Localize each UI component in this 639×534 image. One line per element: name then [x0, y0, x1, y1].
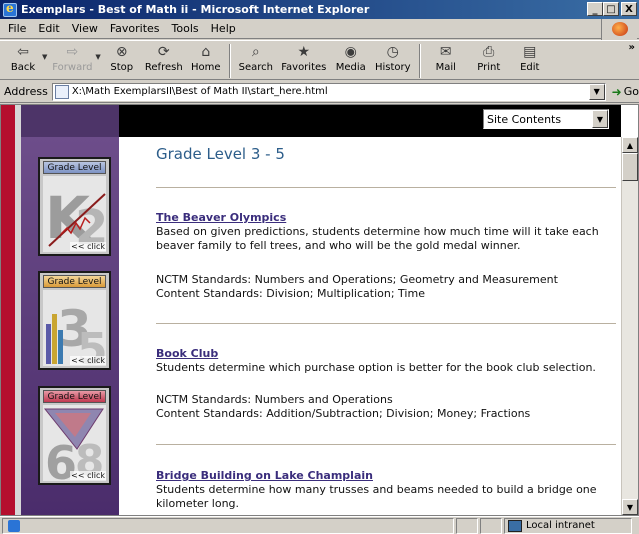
print-button[interactable]: ⎙ Print — [467, 41, 511, 79]
entry-title-link[interactable]: Book Club — [156, 347, 616, 360]
entry-beaver-olympics: The Beaver Olympics Based on given predi… — [156, 211, 616, 253]
toolbar-separator — [418, 44, 421, 78]
entry-description: Based on given predictions, students det… — [156, 225, 599, 252]
section-divider — [156, 187, 616, 188]
forward-dropdown-icon[interactable]: ▼ — [95, 53, 100, 61]
content-standards: Content Standards: Addition/Subtraction;… — [156, 407, 531, 420]
search-button[interactable]: ⌕ Search — [235, 41, 277, 79]
address-bar: Address X:\Math ExemplarsII\Best of Math… — [0, 81, 639, 103]
maximize-button[interactable]: □ — [603, 2, 619, 16]
menu-favorites[interactable]: Favorites — [104, 22, 166, 35]
zone-pane: Local intranet — [504, 517, 632, 534]
back-button[interactable]: ⇦ Back — [4, 41, 42, 79]
history-icon: ◷ — [386, 44, 399, 60]
menu-edit[interactable]: Edit — [32, 22, 65, 35]
windows-logo-icon — [601, 19, 637, 41]
click-hint: << click — [70, 242, 106, 251]
sidebar-top — [21, 105, 119, 137]
edit-document-icon: ▤ — [523, 44, 537, 60]
entry-description: Students determine how many trusses and … — [156, 483, 597, 510]
window-title: Exemplars - Best of Math ii - Microsoft … — [21, 3, 370, 16]
page-icon — [54, 84, 69, 99]
grade-level-label: Grade Level — [43, 390, 106, 403]
grade-level-k2-card[interactable]: Grade Level K 2 << click — [38, 157, 111, 256]
favorites-star-icon: ★ — [297, 44, 311, 60]
page-viewport: Grade Level K 2 << click Grade Level 3 5… — [0, 104, 639, 516]
toolbar-overflow-button[interactable]: » — [629, 42, 635, 53]
left-red-strip — [1, 105, 15, 515]
go-arrow-icon: ➜ — [611, 84, 622, 99]
grade-level-35-card[interactable]: Grade Level 3 5 << click — [38, 271, 111, 370]
standard-toolbar: ⇦ Back ▼ ⇨ Forward ▼ ⊗ Stop ⟳ Refresh ⌂ … — [0, 40, 639, 80]
print-icon: ⎙ — [483, 44, 495, 60]
menu-help[interactable]: Help — [205, 22, 242, 35]
ie-page-icon — [8, 519, 20, 532]
click-hint: << click — [70, 356, 106, 365]
edit-button[interactable]: ▤ Edit — [511, 41, 549, 79]
menu-file[interactable]: File — [2, 22, 32, 35]
address-text: X:\Math ExemplarsII\Best of Math II\star… — [71, 86, 328, 97]
refresh-icon: ⟳ — [157, 44, 170, 60]
address-dropdown-icon[interactable]: ▼ — [588, 83, 605, 100]
entry-book-club: Book Club Students determine which purch… — [156, 347, 616, 375]
select-dropdown-icon[interactable]: ▼ — [592, 110, 608, 128]
ie-app-icon[interactable] — [3, 1, 17, 17]
grade-level-label: Grade Level — [43, 275, 106, 288]
stop-button[interactable]: ⊗ Stop — [103, 41, 141, 79]
scroll-up-icon[interactable]: ▲ — [622, 137, 638, 153]
35-grade-art: 3 5 — [43, 290, 106, 366]
page-title: Grade Level 3 - 5 — [156, 145, 285, 163]
mail-icon: ✉ — [439, 44, 452, 60]
section-divider — [156, 444, 616, 445]
entry-description: Students determine which purchase option… — [156, 361, 596, 374]
scrollbar-thumb[interactable] — [622, 153, 638, 181]
status-pane — [456, 517, 478, 534]
media-button[interactable]: ◉ Media — [331, 41, 371, 79]
68-grade-art: 6 8 — [43, 405, 106, 481]
status-pane — [480, 517, 502, 534]
refresh-button[interactable]: ⟳ Refresh — [141, 41, 187, 79]
search-icon: ⌕ — [251, 44, 260, 60]
scroll-down-icon[interactable]: ▼ — [622, 499, 638, 515]
media-icon: ◉ — [344, 44, 357, 60]
history-button[interactable]: ◷ History — [371, 41, 415, 79]
grade-level-label: Grade Level — [43, 161, 106, 174]
click-hint: << click — [70, 471, 106, 480]
forward-arrow-icon: ⇨ — [66, 44, 79, 60]
forward-button[interactable]: ⇨ Forward — [49, 41, 95, 79]
entry-standards: NCTM Standards: Numbers and Operations; … — [156, 273, 558, 301]
address-input[interactable]: X:\Math ExemplarsII\Best of Math II\star… — [51, 82, 606, 101]
address-label: Address — [4, 85, 48, 98]
nctm-standards: NCTM Standards: Numbers and Operations; … — [156, 273, 558, 286]
status-bar: Local intranet — [0, 516, 639, 534]
menu-tools[interactable]: Tools — [166, 22, 205, 35]
favorites-button[interactable]: ★ Favorites — [277, 41, 331, 79]
toolbar-separator — [228, 44, 231, 78]
content-standards: Content Standards: Division; Multiplicat… — [156, 287, 425, 300]
back-dropdown-icon[interactable]: ▼ — [42, 53, 47, 61]
section-divider — [156, 323, 616, 324]
window-title-bar[interactable]: Exemplars - Best of Math ii - Microsoft … — [0, 0, 639, 19]
site-contents-select[interactable]: Site Contents ▼ — [483, 109, 609, 129]
entry-bridge-building: Bridge Building on Lake Champlain Studen… — [156, 469, 616, 511]
entry-standards: NCTM Standards: Numbers and Operations C… — [156, 393, 530, 421]
mail-button[interactable]: ✉ Mail — [425, 41, 467, 79]
entry-title-link[interactable]: Bridge Building on Lake Champlain — [156, 469, 616, 482]
status-text-pane — [2, 517, 454, 534]
go-button[interactable]: ➜ Go — [612, 85, 639, 99]
intranet-zone-icon — [508, 519, 522, 532]
vertical-scrollbar[interactable]: ▲ ▼ — [621, 137, 638, 515]
stop-icon: ⊗ — [115, 44, 128, 60]
close-button[interactable]: X — [621, 2, 637, 16]
home-button[interactable]: ⌂ Home — [187, 41, 225, 79]
k2-grade-art: K 2 — [43, 176, 106, 252]
home-icon: ⌂ — [201, 44, 211, 60]
menu-bar: File Edit View Favorites Tools Help — [0, 19, 639, 39]
menu-view[interactable]: View — [66, 22, 104, 35]
nctm-standards: NCTM Standards: Numbers and Operations — [156, 393, 393, 406]
grade-level-68-card[interactable]: Grade Level 6 8 << click — [38, 386, 111, 485]
minimize-button[interactable]: _ — [587, 2, 603, 16]
entry-title-link[interactable]: The Beaver Olympics — [156, 211, 616, 224]
back-arrow-icon: ⇦ — [17, 44, 29, 60]
